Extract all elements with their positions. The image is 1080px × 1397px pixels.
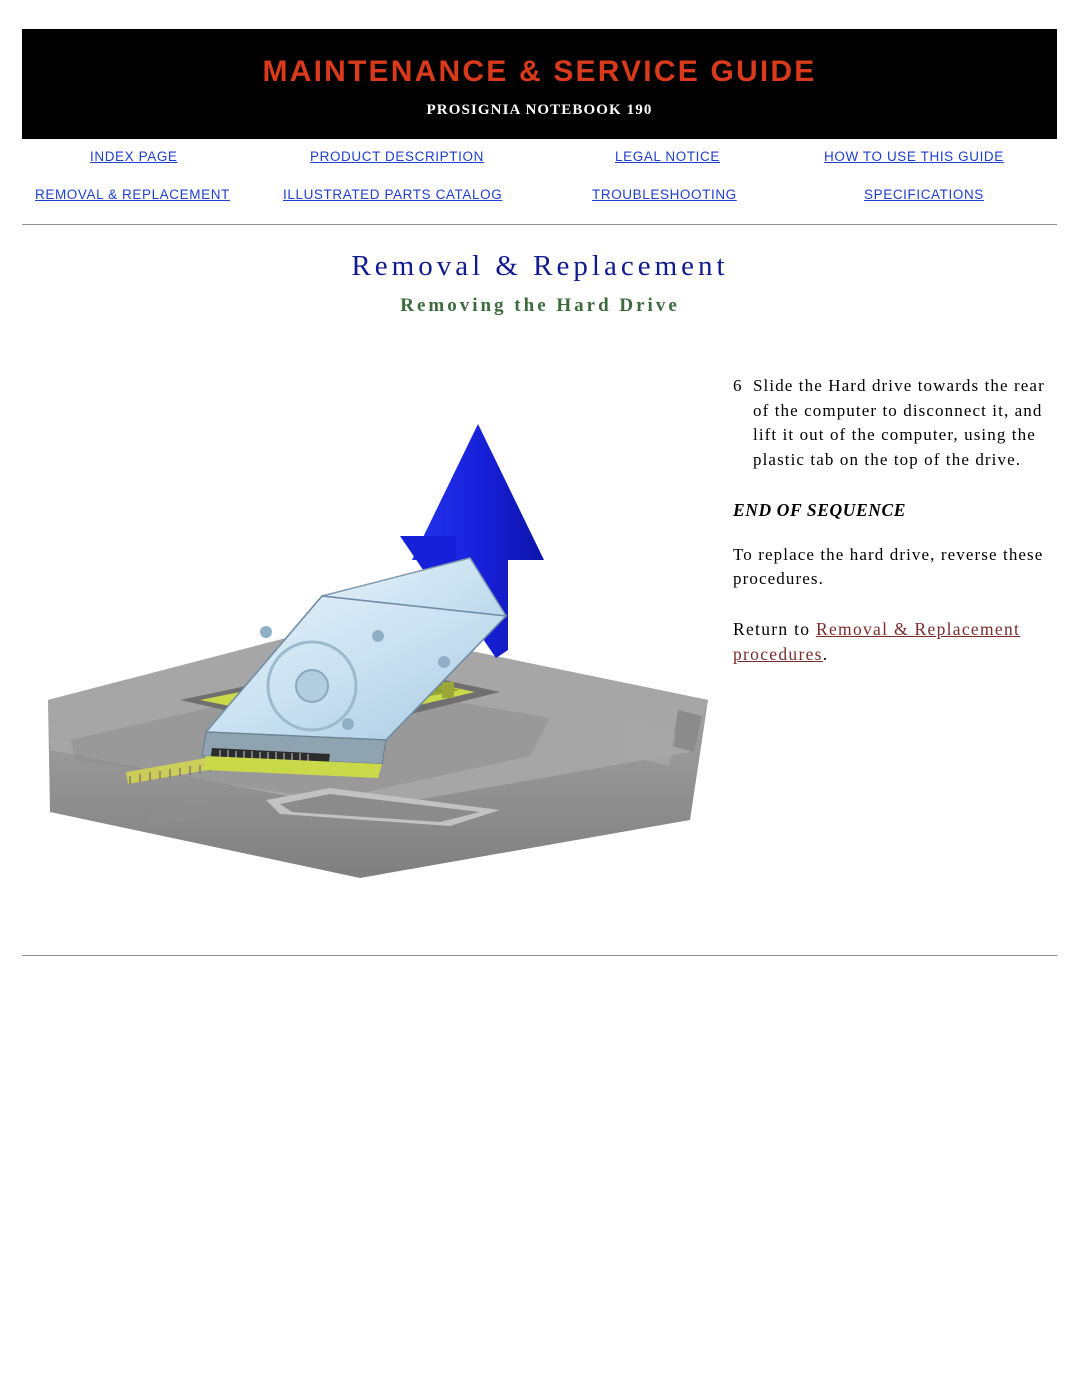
replace-instructions: To replace the hard drive, reverse these… xyxy=(733,545,1044,588)
nav-how-to-use-this-guide[interactable]: HOW TO USE THIS GUIDE xyxy=(824,149,1004,164)
step-number: 6 xyxy=(733,376,743,395)
nav-index-page[interactable]: INDEX PAGE xyxy=(90,149,178,164)
guide-title: MAINTENANCE & SERVICE GUIDE xyxy=(262,55,817,88)
step-text: Slide the Hard drive towards the rear of… xyxy=(753,376,1045,469)
divider-bottom xyxy=(22,955,1057,956)
nav-legal-notice[interactable]: LEGAL NOTICE xyxy=(615,149,720,164)
return-prefix: Return to xyxy=(733,619,816,639)
nav-specifications[interactable]: SPECIFICATIONS xyxy=(864,187,984,202)
end-of-sequence-label: END OF SEQUENCE xyxy=(733,500,907,520)
instruction-column: 6 Slide the Hard drive towards the rear … xyxy=(733,374,1063,667)
step-item: 6 Slide the Hard drive towards the rear … xyxy=(733,374,1063,472)
nav-product-description[interactable]: PRODUCT DESCRIPTION xyxy=(310,149,484,164)
page-title: Removal & Replacement xyxy=(351,250,729,282)
return-line: Return to Removal & Replacement procedur… xyxy=(733,617,1063,667)
hard-drive-removal-illustration xyxy=(30,400,710,880)
nav-illustrated-parts-catalog[interactable]: ILLUSTRATED PARTS CATALOG xyxy=(283,187,502,202)
document-page: MAINTENANCE & SERVICE GUIDE PROSIGNIA NO… xyxy=(0,0,1080,1397)
nav-troubleshooting[interactable]: TROUBLESHOOTING xyxy=(592,187,737,202)
divider-top xyxy=(22,224,1057,225)
header-banner: MAINTENANCE & SERVICE GUIDE PROSIGNIA NO… xyxy=(22,29,1057,139)
page-subtitle: Removing the Hard Drive xyxy=(400,295,680,316)
navigation-links: INDEX PAGE PRODUCT DESCRIPTION LEGAL NOT… xyxy=(22,139,1057,211)
nav-removal-replacement[interactable]: REMOVAL & REPLACEMENT xyxy=(35,187,230,202)
product-subtitle: PROSIGNIA NOTEBOOK 190 xyxy=(426,102,653,118)
return-suffix: . xyxy=(822,644,829,664)
